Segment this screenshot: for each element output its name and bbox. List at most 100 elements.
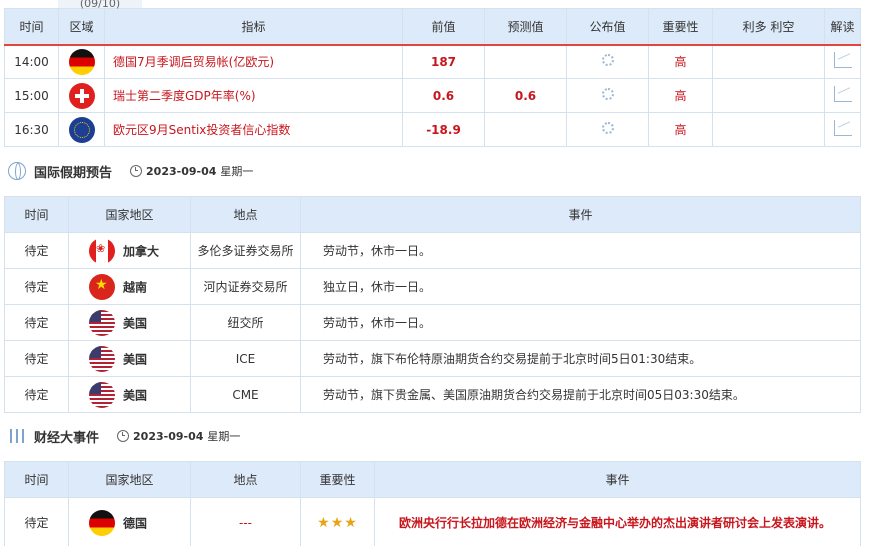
indicator-link[interactable]: 欧元区9月Sentix投资者信心指数	[104, 112, 403, 147]
col-event: 事件	[300, 196, 861, 233]
switzerland-flag-icon	[68, 82, 95, 109]
section-weekday: 星期一	[207, 430, 241, 443]
table-row: 待定 越南 河内证券交易所 独立日，休市一日。	[4, 268, 861, 305]
col-place: 地点	[190, 196, 301, 233]
country-name: 美国	[123, 352, 148, 366]
place-cell: ICE	[190, 340, 301, 377]
table-row: 待定 美国 CME 劳动节，旗下贵金属、美国原油期货合约交易提前于北京时间05日…	[4, 376, 861, 413]
prev-value: 0.6	[402, 78, 485, 113]
country-cell: 美国	[68, 340, 191, 377]
country-cell: 美国	[68, 376, 191, 413]
col-indicator: 指标	[104, 8, 403, 46]
event-cell: 劳动节，休市一日。	[300, 232, 861, 269]
prev-value: -18.9	[402, 112, 485, 147]
loading-icon	[601, 54, 614, 67]
section-date: 2023-09-04	[146, 164, 217, 178]
table-row[interactable]: 15:00 瑞士第二季度GDP年率(%) 0.6 0.6 高	[4, 78, 861, 113]
actual-value	[566, 44, 649, 79]
chart-icon[interactable]	[833, 86, 852, 102]
place-cell: 河内证券交易所	[190, 268, 301, 305]
col-analysis: 解读	[824, 8, 861, 46]
place-cell: 多伦多证券交易所	[190, 232, 301, 269]
col-actual: 公布值	[566, 8, 649, 46]
calendar-table: 时间 区域 指标 前值 预测值 公布值 重要性 利多 利空 解读 14:00 德…	[4, 8, 861, 147]
col-time: 时间	[4, 461, 69, 498]
country-name: 加拿大	[123, 244, 160, 258]
event-cell: 独立日，休市一日。	[300, 268, 861, 305]
eu-flag-icon	[68, 116, 95, 143]
canada-flag-icon	[89, 237, 115, 264]
analysis-cell[interactable]	[824, 78, 861, 113]
table-row: 待定 美国 纽交所 劳动节，休市一日。	[4, 304, 861, 341]
col-time: 时间	[4, 196, 69, 233]
forecast-value	[484, 44, 567, 79]
col-forecast: 预测值	[484, 8, 567, 46]
country-cell: 加拿大	[68, 232, 191, 269]
importance-value: 高	[648, 44, 713, 79]
row-time: 14:00	[4, 44, 59, 79]
date-tooltip: (09/10)	[58, 0, 142, 10]
place-cell: CME	[190, 376, 301, 413]
impact-cell	[712, 112, 825, 147]
region-cell	[58, 44, 105, 79]
row-time: 待定	[4, 497, 69, 546]
country-name: 美国	[123, 388, 148, 402]
table-row[interactable]: 16:30 欧元区9月Sentix投资者信心指数 -18.9 高	[4, 112, 861, 147]
col-importance: 重要性	[648, 8, 713, 46]
actual-value	[566, 112, 649, 147]
row-time: 待定	[4, 304, 69, 341]
col-country: 国家地区	[68, 196, 191, 233]
loading-icon	[601, 122, 614, 134]
event-cell: 劳动节，旗下贵金属、美国原油期货合约交易提前于北京时间05日03:30结束。	[300, 376, 861, 413]
forecast-value: 0.6	[484, 78, 567, 113]
loading-icon	[601, 88, 614, 100]
section-date: 2023-09-04	[133, 429, 204, 443]
chart-icon[interactable]	[833, 52, 852, 69]
row-time: 待定	[4, 376, 69, 413]
country-cell: 美国	[68, 304, 191, 341]
section-title: 财经大事件	[34, 430, 100, 446]
actual-value	[566, 78, 649, 113]
table-row[interactable]: 14:00 德国7月季调后贸易帐(亿欧元) 187 高	[4, 44, 861, 79]
usa-flag-icon	[89, 309, 115, 336]
holiday-table: 时间 国家地区 地点 事件 待定 加拿大 多伦多证券交易所 劳动节，休市一日。 …	[4, 196, 861, 413]
country-name: 越南	[123, 280, 148, 294]
col-time: 时间	[4, 8, 59, 46]
usa-flag-icon	[89, 381, 115, 408]
events-table: 时间 国家地区 地点 重要性 事件 待定 德国 --- ★★★ 欧洲央行行长拉加…	[4, 461, 861, 546]
germany-flag-icon	[68, 48, 95, 75]
place-cell: ---	[190, 497, 301, 546]
importance-value: 高	[648, 112, 713, 147]
country-name: 德国	[123, 516, 148, 530]
analysis-cell[interactable]	[824, 112, 861, 147]
region-cell	[58, 78, 105, 113]
col-prev: 前值	[402, 8, 485, 46]
prev-value: 187	[402, 44, 485, 79]
row-time: 待定	[4, 268, 69, 305]
usa-flag-icon	[89, 345, 115, 372]
country-cell: 德国	[68, 497, 191, 546]
row-time: 待定	[4, 340, 69, 377]
globe-icon	[8, 162, 26, 180]
vietnam-flag-icon	[89, 273, 115, 300]
country-name: 美国	[123, 316, 148, 330]
event-cell: 劳动节，旗下布伦特原油期货合约交易提前于北京时间5日01:30结束。	[300, 340, 861, 377]
col-place: 地点	[190, 461, 301, 498]
section-title: 国际假期预告	[34, 165, 113, 181]
chart-icon[interactable]	[833, 120, 852, 136]
event-cell: 劳动节，休市一日。	[300, 304, 861, 341]
impact-cell	[712, 44, 825, 79]
section-weekday: 星期一	[220, 165, 254, 178]
col-impact: 利多 利空	[712, 8, 825, 46]
importance-stars: ★★★	[300, 497, 375, 546]
table-row: 待定 加拿大 多伦多证券交易所 劳动节，休市一日。	[4, 232, 861, 269]
indicator-link[interactable]: 德国7月季调后贸易帐(亿欧元)	[104, 44, 403, 79]
clock-icon	[117, 430, 130, 442]
table-row: 待定 德国 --- ★★★ 欧洲央行行长拉加德在欧洲经济与金融中心举办的杰出演讲…	[4, 497, 861, 546]
region-cell	[58, 112, 105, 147]
col-event: 事件	[374, 461, 861, 498]
forecast-value	[484, 112, 567, 147]
analysis-cell[interactable]	[824, 44, 861, 79]
col-country: 国家地区	[68, 461, 191, 498]
indicator-link[interactable]: 瑞士第二季度GDP年率(%)	[104, 78, 403, 113]
